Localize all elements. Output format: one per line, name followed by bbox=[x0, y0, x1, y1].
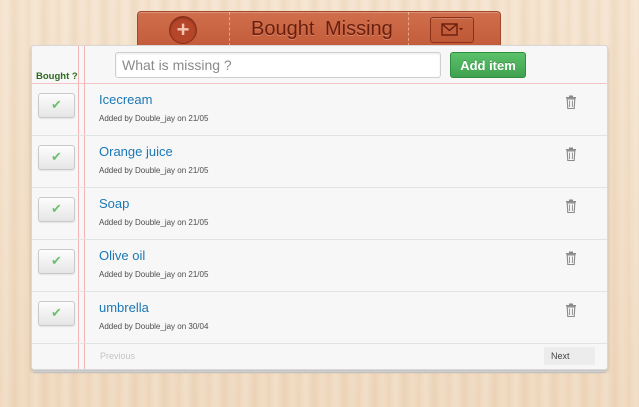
plus-icon: + bbox=[176, 17, 190, 42]
list-item: ✔ Orange juice Added by Double_jay on 21… bbox=[32, 136, 607, 188]
item-name-link[interactable]: Soap bbox=[99, 196, 129, 211]
check-icon: ✔ bbox=[51, 149, 62, 164]
bought-column-header: Bought ? bbox=[36, 71, 78, 82]
mark-bought-button[interactable]: ✔ bbox=[38, 249, 75, 274]
item-name-link[interactable]: Olive oil bbox=[99, 248, 145, 263]
item-meta: Added by Double_jay on 21/05 bbox=[99, 166, 209, 175]
trash-icon[interactable] bbox=[565, 147, 577, 161]
trash-icon[interactable] bbox=[565, 95, 577, 109]
shopping-list-panel: Bought ? Add item ✔ Icecream Added by Do… bbox=[31, 45, 608, 370]
mark-bought-button[interactable]: ✔ bbox=[38, 145, 75, 170]
chevron-down-icon bbox=[459, 28, 463, 31]
item-meta: Added by Double_jay on 30/04 bbox=[99, 322, 209, 331]
item-name-link[interactable]: Icecream bbox=[99, 92, 152, 107]
check-icon: ✔ bbox=[51, 201, 62, 216]
pagination: Previous Next bbox=[32, 346, 607, 368]
next-page-button[interactable]: Next bbox=[544, 347, 595, 365]
previous-page-button[interactable]: Previous bbox=[100, 351, 135, 361]
mark-bought-button[interactable]: ✔ bbox=[38, 93, 75, 118]
trash-icon[interactable] bbox=[565, 303, 577, 317]
list-item: ✔ Icecream Added by Double_jay on 21/05 bbox=[32, 84, 607, 136]
tab-bought[interactable]: Bought bbox=[251, 18, 314, 41]
mark-bought-button[interactable]: ✔ bbox=[38, 301, 75, 326]
list-item: ✔ umbrella Added by Double_jay on 30/04 bbox=[32, 292, 607, 344]
check-icon: ✔ bbox=[51, 305, 62, 320]
item-meta: Added by Double_jay on 21/05 bbox=[99, 114, 209, 123]
list-item: ✔ Olive oil Added by Double_jay on 21/05 bbox=[32, 240, 607, 292]
trash-icon[interactable] bbox=[565, 251, 577, 265]
tab-missing[interactable]: Missing bbox=[325, 18, 393, 41]
mail-menu-button[interactable] bbox=[430, 17, 474, 43]
envelope-icon bbox=[441, 23, 463, 36]
list-item: ✔ Soap Added by Double_jay on 21/05 bbox=[32, 188, 607, 240]
item-meta: Added by Double_jay on 21/05 bbox=[99, 218, 209, 227]
missing-item-input[interactable] bbox=[115, 52, 441, 78]
item-meta: Added by Double_jay on 21/05 bbox=[99, 270, 209, 279]
add-item-button[interactable]: Add item bbox=[450, 52, 526, 78]
check-icon: ✔ bbox=[51, 253, 62, 268]
item-name-link[interactable]: Orange juice bbox=[99, 144, 173, 159]
add-list-button[interactable]: + bbox=[169, 16, 197, 44]
item-name-link[interactable]: umbrella bbox=[99, 300, 149, 315]
stitch-divider bbox=[229, 12, 230, 46]
top-tab-bar: + Bought Missing bbox=[137, 11, 501, 46]
trash-icon[interactable] bbox=[565, 199, 577, 213]
stitch-divider bbox=[408, 12, 409, 46]
mark-bought-button[interactable]: ✔ bbox=[38, 197, 75, 222]
check-icon: ✔ bbox=[51, 97, 62, 112]
